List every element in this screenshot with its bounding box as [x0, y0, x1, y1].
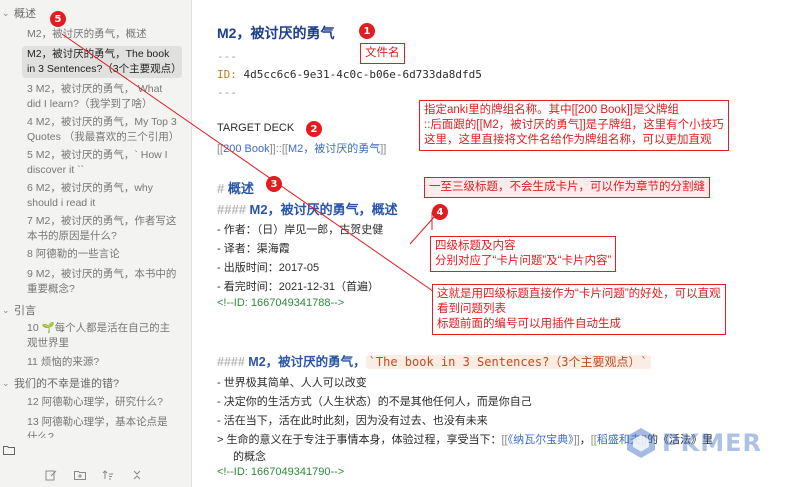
- frontmatter-divider: ---: [217, 50, 237, 63]
- outline-section-overview[interactable]: ⌄ 概述: [2, 4, 36, 22]
- outline-tree: ⌄ 概述 M2，被讨厌的勇气，概述 M2，被讨厌的勇气，The book in …: [0, 0, 192, 438]
- note-title: M2，被讨厌的勇气: [217, 25, 335, 41]
- annotation-note-benefit: 这就是用四级标题直接作为“卡片问题”的好处，可以直观 看到问题列表 标题前面的编…: [432, 284, 726, 335]
- outline-item[interactable]: 3 M2，被讨厌的勇气，`What did I learn?（我学到了啥）: [22, 81, 182, 113]
- meta-line: - 作者：（日）岸见一郎，古贺史健: [217, 224, 384, 236]
- target-deck-label: TARGET DECK: [217, 122, 295, 134]
- inline-code: `The book in 3 Sentences?（3个主要观点）`: [365, 355, 651, 369]
- outline-item[interactable]: M2，被讨厌的勇气，概述: [22, 26, 182, 43]
- deck-child-link[interactable]: M2，被讨厌的勇气: [288, 143, 380, 155]
- section-label: 我们的不幸是谁的错?: [14, 378, 120, 390]
- outline-item[interactable]: 12 阿德勒心理学，研究什么?: [22, 394, 182, 411]
- anki-id-comment: <!--ID: 1667049341790-->: [217, 466, 345, 478]
- outline-item[interactable]: 4 M2，被讨厌的勇气，My Top 3 Quotes （我最喜欢的三个引用）: [22, 114, 182, 146]
- outline-item[interactable]: 9 M2，被讨厌的勇气，本书中的重要概念?: [22, 266, 182, 298]
- section-label: 概述: [14, 8, 36, 20]
- id-value: 4d5cc6c6-9e31-4c0c-b06e-6d733da8dfd5: [243, 68, 482, 81]
- outline-item[interactable]: 6 M2，被讨厌的勇气，why should i read it: [22, 180, 182, 212]
- bullet-line: - 活在当下，活在此时此刻，因为没有过去、也没有未来: [217, 415, 488, 427]
- meta-line: - 看完时间：2021-12-31（首遍）: [217, 281, 379, 293]
- anki-id-comment: <!--ID: 1667049341788-->: [217, 297, 345, 309]
- card-question-heading-2: #### M2，被讨厌的勇气， `The book in 3 Sentences?…: [217, 351, 651, 370]
- annotation-badge: 5: [50, 11, 66, 27]
- new-folder-icon[interactable]: [73, 468, 87, 482]
- outline-section-blame[interactable]: ⌄ 我们的不幸是谁的错?: [2, 374, 119, 392]
- id-line: ID: 4d5cc6c6-9e31-4c0c-b06e-6d733da8dfd5: [217, 68, 482, 81]
- meta-line: - 出版时间：2017-05: [217, 262, 320, 274]
- annotation-badge: 3: [266, 176, 282, 192]
- card-question-heading: #### M2，被讨厌的勇气，概述: [217, 202, 398, 217]
- bullet-line: - 世界极其简单、人人可以改变: [217, 377, 367, 389]
- outline-item[interactable]: 11 烦恼的来源?: [22, 354, 182, 371]
- annotation-note-filename: 文件名: [360, 43, 405, 64]
- sidebar-toolbar: [44, 468, 144, 482]
- section-label: 引言: [14, 305, 36, 317]
- target-deck-line: [[200 Book]]::[[M2，被讨厌的勇气]]: [217, 143, 387, 155]
- frontmatter-divider: ---: [217, 86, 237, 99]
- sort-icon[interactable]: [101, 468, 115, 482]
- new-note-icon[interactable]: [44, 468, 58, 482]
- sidebar-footer: [0, 438, 192, 487]
- quote-line-cont: 的概念: [233, 451, 266, 463]
- annotation-badge: 4: [432, 204, 448, 220]
- outline-item[interactable]: 10 🌱每个人都是活在自己的主观世界里: [22, 320, 182, 352]
- chevron-down-icon[interactable]: ⌄: [2, 378, 14, 389]
- pkmer-logo-icon: [627, 428, 655, 458]
- bullet-line: - 决定你的生活方式（人生状态）的不是其他任何人，而是你自己: [217, 396, 532, 408]
- annotation-note-deck: 指定anki里的牌组名称。其中[[200 Book]]是父牌组 ::后面跟的[[…: [419, 100, 729, 151]
- annotation-badge: 1: [359, 23, 375, 39]
- outline-item[interactable]: 5 M2，被讨厌的勇气，` How I discover it ``: [22, 147, 182, 179]
- heading-overview: # 概述: [217, 181, 254, 196]
- annotation-note-headings: 一至三级标题，不会生成卡片，可以作为章节的分割缝: [424, 177, 710, 198]
- collapse-all-icon[interactable]: [130, 468, 144, 482]
- outline-item[interactable]: 8 阿德勒的一些言论: [22, 246, 182, 263]
- annotation-badge: 2: [306, 121, 322, 137]
- meta-line: - 译者：渠海霞: [217, 243, 290, 255]
- outline-item[interactable]: 13 阿德勒心理学，基本论点是什么?: [22, 414, 182, 438]
- outline-item[interactable]: 7 M2，被讨厌的勇气，作者写这本书的原因是什么?: [22, 213, 182, 245]
- id-key: ID:: [217, 68, 237, 81]
- deck-parent-link[interactable]: 200 Book: [223, 143, 269, 155]
- outline-section-intro[interactable]: ⌄ 引言: [2, 301, 36, 319]
- outline-item-active[interactable]: M2，被讨厌的勇气，The book in 3 Sentences?（3个主要观…: [22, 46, 182, 78]
- pkmer-watermark: PKMER: [624, 423, 762, 463]
- annotation-note-cards: 四级标题及内容 分别对应了“卡片问题”及“卡片内容”: [430, 236, 617, 272]
- quote-link[interactable]: 《纳瓦尔宝典》: [508, 434, 574, 446]
- chevron-down-icon[interactable]: ⌄: [2, 8, 14, 19]
- folder-icon[interactable]: [0, 440, 18, 460]
- chevron-down-icon[interactable]: ⌄: [2, 305, 14, 316]
- sidebar: ⌄ 概述 M2，被讨厌的勇气，概述 M2，被讨厌的勇气，The book in …: [0, 0, 192, 487]
